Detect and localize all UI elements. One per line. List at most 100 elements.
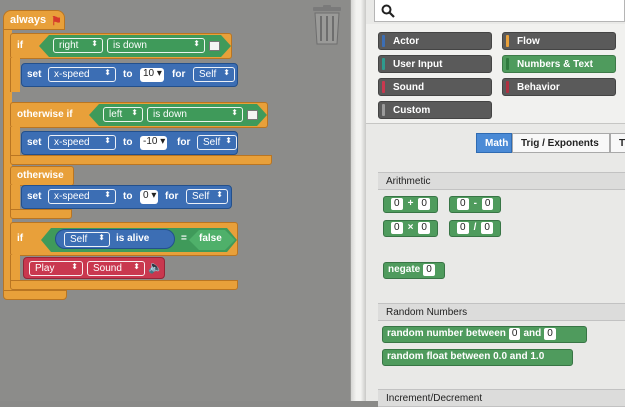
key-is-down-condition[interactable]: left ⬍ is down ⬍ [89, 104, 267, 126]
value-text: 0 [143, 190, 149, 201]
play-sound-block[interactable]: Play ⬍ Sound ⬍ 🔈 [23, 257, 165, 279]
value-text: 10 [143, 68, 155, 79]
category-custom[interactable]: Custom [378, 101, 492, 119]
section-random-numbers: Random Numbers [378, 303, 625, 321]
otherwise-if-block-left[interactable]: otherwise if left ⬍ is down ⬍ [10, 102, 268, 128]
key-state-dropdown[interactable]: is down ⬍ [147, 107, 243, 122]
chevron-updown-icon: ⬍ [225, 136, 232, 145]
negate-block[interactable]: negate 0 [383, 262, 445, 279]
property-dropdown[interactable]: x-speed ⬍ [48, 135, 116, 150]
category-label: Numbers & Text [517, 59, 593, 70]
always-closer [3, 290, 67, 300]
key-is-down-condition[interactable]: right ⬍ is down ⬍ [39, 35, 231, 57]
value-field[interactable]: 0 ▾ [140, 190, 159, 204]
is-alive-reporter[interactable]: Self ⬍ is alive [55, 229, 175, 249]
expand-toggle[interactable] [209, 41, 220, 51]
is-alive-equals-condition[interactable]: Self ⬍ is alive = false [41, 228, 237, 252]
property-dropdown[interactable]: x-speed ⬍ [48, 189, 116, 204]
false-label: false [199, 233, 222, 244]
and-label: and [523, 328, 542, 339]
script-canvas[interactable]: always ⚑ if right ⬍ is down ⬍ set x-spee… [0, 0, 350, 401]
target-dropdown[interactable]: Self ⬍ [186, 189, 228, 204]
always-block[interactable]: always ⚑ [3, 10, 65, 30]
operand[interactable]: 0 [544, 328, 556, 340]
operand[interactable]: 0 [418, 222, 430, 234]
tab-label: T [619, 138, 625, 149]
value-text: -10 [143, 136, 158, 147]
multiply-block[interactable]: 0 × 0 [383, 220, 438, 237]
subtract-block[interactable]: 0-0 [449, 196, 501, 213]
category-color [506, 58, 509, 70]
category-behavior[interactable]: Behavior [502, 78, 616, 96]
operand[interactable]: 0 [418, 198, 430, 210]
category-label: Custom [393, 105, 431, 116]
subject-dropdown[interactable]: Self ⬍ [64, 232, 110, 247]
speaker-icon[interactable]: 🔈 [148, 260, 163, 274]
category-flow[interactable]: Flow [502, 32, 616, 50]
chevron-down-icon: ▾ [156, 68, 162, 79]
random-number-between-block[interactable]: random number between 0 and 0 [382, 326, 587, 343]
set-x-speed-block[interactable]: set x-speed ⬍ to 10 ▾ for Self ⬍ [21, 63, 238, 87]
play-dropdown[interactable]: Play ⬍ [29, 261, 83, 276]
target-dropdown[interactable]: Self ⬍ [193, 67, 235, 82]
operand[interactable]: 0 [481, 222, 493, 234]
set-label: set [27, 191, 42, 202]
category-actor[interactable]: Actor [378, 32, 492, 50]
chevron-down-icon: ▾ [151, 190, 157, 201]
category-numbers-text[interactable]: Numbers & Text [502, 55, 616, 73]
if-block-right[interactable]: if right ⬍ is down ⬍ [10, 33, 232, 59]
section-arithmetic: Arithmetic [378, 172, 625, 190]
play-value: Play [35, 263, 55, 274]
search-input[interactable] [374, 0, 625, 22]
chevron-updown-icon: ⬍ [98, 233, 105, 242]
false-value[interactable]: false [189, 230, 235, 250]
otherwise-closer [10, 209, 72, 219]
if1-spine [10, 58, 20, 92]
chevron-updown-icon: ⬍ [231, 108, 238, 117]
target-value: Self [199, 69, 217, 80]
flag-icon: ⚑ [51, 14, 62, 28]
value-field[interactable]: 10 ▾ [140, 68, 164, 82]
otherwise-block[interactable]: otherwise [10, 166, 74, 186]
operand[interactable]: 0 [481, 198, 494, 210]
random-float-label: random float between 0.0 and 1.0 [387, 351, 545, 362]
operand[interactable]: 0 [457, 198, 469, 210]
category-color [382, 58, 385, 70]
operand[interactable]: 0 [508, 328, 521, 340]
key-state-dropdown[interactable]: is down ⬍ [107, 38, 205, 53]
always-label: always [10, 14, 47, 26]
set-x-speed-block[interactable]: set x-speed ⬍ to -10 ▾ for Self ⬍ [21, 131, 238, 155]
expand-toggle[interactable] [247, 110, 258, 120]
random-number-label: random number between [387, 328, 506, 339]
random-float-block[interactable]: random float between 0.0 and 1.0 [382, 349, 573, 366]
tab-text[interactable]: T [610, 133, 625, 153]
operand[interactable]: 0 [457, 222, 469, 234]
if-block-is-alive[interactable]: if Self ⬍ is alive = false [10, 222, 238, 256]
key-dropdown[interactable]: left ⬍ [103, 107, 143, 122]
tab-trig-exponents[interactable]: Trig / Exponents [512, 133, 610, 153]
add-block[interactable]: 0 +0 [383, 196, 438, 213]
chevron-updown-icon: ⬍ [223, 68, 230, 77]
category-sound[interactable]: Sound [378, 78, 492, 96]
trash-icon[interactable] [311, 5, 343, 45]
divide-block[interactable]: 0 / 0 [449, 220, 501, 237]
if-keyword: if [17, 40, 24, 51]
key-dropdown[interactable]: right ⬍ [53, 38, 103, 53]
target-dropdown[interactable]: Self ⬍ [197, 135, 237, 150]
operand[interactable]: 0 [423, 264, 435, 276]
if2-spine [10, 127, 20, 157]
sound-dropdown[interactable]: Sound ⬍ [87, 261, 145, 276]
property-dropdown[interactable]: x-speed ⬍ [48, 67, 116, 82]
operand[interactable]: 0 [391, 198, 403, 210]
value-field[interactable]: -10 ▾ [140, 136, 168, 150]
pane-divider[interactable] [350, 0, 366, 401]
tab-math[interactable]: Math [476, 133, 512, 153]
set-x-speed-block[interactable]: set x-speed ⬍ to 0 ▾ for Self ⬍ [21, 185, 232, 209]
property-value: x-speed [54, 69, 90, 80]
chevron-updown-icon: ⬍ [193, 39, 200, 48]
chevron-down-icon: ▾ [160, 136, 166, 147]
category-color [382, 81, 385, 93]
target-value: Self [192, 191, 210, 202]
category-user-input[interactable]: User Input [378, 55, 492, 73]
operand[interactable]: 0 [391, 222, 403, 234]
